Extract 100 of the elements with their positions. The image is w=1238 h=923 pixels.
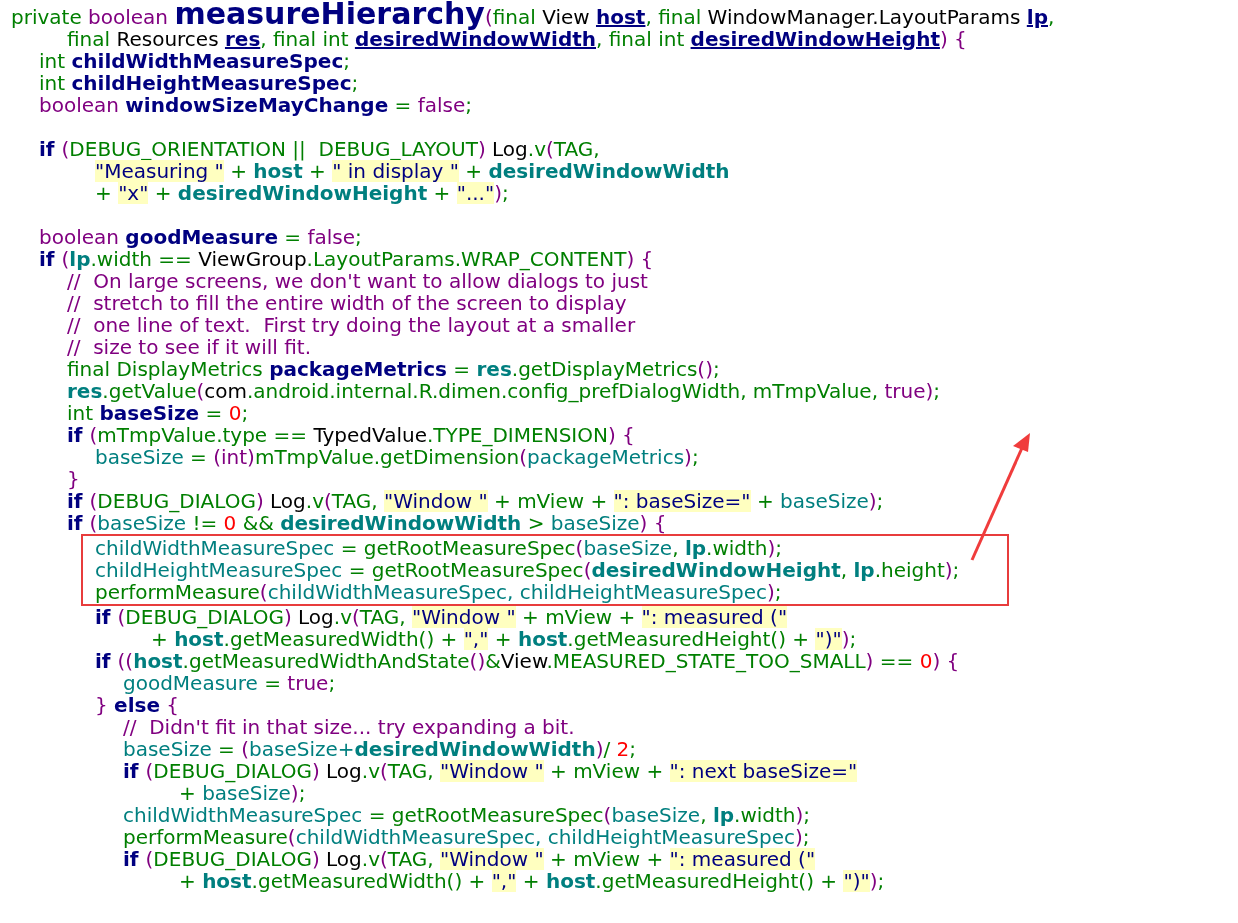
variable-name: goodMeasure bbox=[123, 671, 258, 695]
parameter-name: host bbox=[596, 5, 646, 29]
keyword: ) { bbox=[626, 247, 654, 271]
code-text: ; bbox=[351, 71, 359, 95]
variable-name: res bbox=[67, 379, 103, 403]
keyword: ) bbox=[684, 445, 692, 469]
string-literal: "..." bbox=[456, 182, 495, 204]
keyword: (( bbox=[117, 649, 134, 673]
code-text: .v bbox=[361, 847, 380, 871]
variable-name: baseSize bbox=[780, 489, 869, 513]
code-text: mTmpValue.type == bbox=[97, 423, 309, 447]
number-literal: 0 bbox=[228, 401, 242, 425]
code-text: + bbox=[465, 159, 484, 183]
keyword: { bbox=[166, 693, 180, 717]
code-text: + bbox=[308, 159, 326, 183]
code-text: TAG, bbox=[331, 489, 379, 513]
keyword: true) bbox=[884, 379, 934, 403]
code-text: performMeasure bbox=[123, 825, 288, 849]
code-text: = bbox=[452, 357, 472, 381]
code-text: .v bbox=[333, 605, 352, 629]
variable-name: host bbox=[133, 649, 183, 673]
keyword: ( bbox=[117, 605, 126, 629]
keyword: if bbox=[123, 847, 139, 871]
code-text: ; bbox=[877, 869, 885, 893]
code-text: + bbox=[755, 489, 775, 513]
code-text: , bbox=[1048, 5, 1055, 29]
code-text: final DisplayMetrics bbox=[67, 357, 264, 381]
keyword: ) { bbox=[939, 27, 967, 51]
keyword: (int) bbox=[213, 445, 255, 469]
code-text: performMeasure bbox=[95, 580, 260, 604]
code-text: .width bbox=[706, 536, 768, 560]
comment: // one line of text. First try doing the layout at a smaller bbox=[67, 313, 636, 337]
string-literal: ": measured (" bbox=[669, 848, 816, 870]
code-text: ; bbox=[712, 357, 720, 381]
variable-name: childWidthMeasureSpec bbox=[123, 803, 363, 827]
keyword: boolean bbox=[88, 5, 170, 29]
string-literal: ")" bbox=[843, 870, 870, 892]
variable-name: baseSize bbox=[583, 536, 673, 560]
keyword: ( bbox=[196, 379, 205, 403]
code-text: .v bbox=[527, 137, 546, 161]
comment: // size to see if it will fit. bbox=[67, 335, 312, 359]
keyword: ( bbox=[61, 247, 70, 271]
code-text: TAG, bbox=[553, 137, 600, 161]
code-text: TAG, bbox=[387, 847, 434, 871]
keyword: ( bbox=[89, 423, 98, 447]
keyword: ( bbox=[61, 137, 70, 161]
code-text: TAG, bbox=[387, 759, 435, 783]
string-literal: "Window " bbox=[440, 760, 544, 782]
variable-name: windowSizeMayChange bbox=[125, 93, 389, 117]
parameter-name: lp bbox=[1026, 5, 1048, 29]
keyword: ) bbox=[595, 737, 604, 761]
variable-name: desiredWindowWidth bbox=[488, 159, 730, 183]
variable-name: desiredWindowHeight bbox=[177, 181, 428, 205]
keyword: ) { bbox=[639, 511, 667, 535]
type-name: Log bbox=[297, 605, 334, 629]
keyword: ) bbox=[255, 489, 264, 513]
code-text: .width == bbox=[90, 247, 192, 271]
code-text: DEBUG_DIALOG bbox=[97, 489, 256, 513]
code-text: = bbox=[190, 445, 207, 469]
variable-name: host bbox=[517, 627, 568, 651]
code-text: + bbox=[95, 181, 112, 205]
code-text: ; bbox=[241, 401, 249, 425]
code-text: ; bbox=[952, 558, 960, 582]
code-text: + bbox=[179, 781, 196, 805]
keyword: if bbox=[95, 649, 112, 673]
code-text: .v bbox=[361, 759, 380, 783]
variable-name: host bbox=[545, 869, 596, 893]
variable-name: res bbox=[476, 357, 512, 381]
code-text: .width bbox=[734, 803, 796, 827]
variable-name: desiredWindowWidth bbox=[354, 737, 596, 761]
keyword: ( bbox=[89, 511, 98, 535]
keyword: if bbox=[67, 511, 84, 535]
variable-name: childWidthMeasureSpec, childHeightMeasureSpec bbox=[295, 825, 795, 849]
string-literal: ")" bbox=[815, 628, 842, 650]
type-name: Log bbox=[269, 489, 306, 513]
variable-name: childHeightMeasureSpec bbox=[71, 71, 352, 95]
keyword: ( bbox=[241, 737, 250, 761]
variable-name: baseSize+ bbox=[249, 737, 355, 761]
keyword: ) bbox=[944, 558, 953, 582]
keyword: ) bbox=[869, 869, 878, 893]
code-text: > bbox=[526, 511, 546, 535]
code-text: private bbox=[11, 5, 83, 29]
parameter-name: desiredWindowHeight bbox=[690, 27, 940, 51]
keyword: ( bbox=[603, 803, 612, 827]
code-text: = bbox=[264, 671, 281, 695]
variable-name: lp bbox=[712, 803, 735, 827]
keyword: ( bbox=[484, 5, 493, 29]
code-text: + bbox=[151, 627, 168, 651]
code-text: .android.internal.R.dimen.config_prefDialogWidth, mTmpValue, bbox=[247, 379, 880, 403]
comment: // stretch to fill the entire width of the screen to display bbox=[67, 291, 627, 315]
keyword: ) bbox=[841, 627, 850, 651]
code-text: + bbox=[230, 159, 247, 183]
code-text: , bbox=[700, 803, 708, 827]
code-text: + mView + bbox=[493, 489, 609, 513]
variable-name: goodMeasure bbox=[125, 225, 278, 249]
string-literal: ": baseSize=" bbox=[613, 490, 751, 512]
code-text: == bbox=[878, 649, 915, 673]
code-text: .getMeasuredHeight() + bbox=[567, 627, 811, 651]
keyword: if bbox=[123, 759, 140, 783]
variable-name: baseSize bbox=[123, 737, 212, 761]
